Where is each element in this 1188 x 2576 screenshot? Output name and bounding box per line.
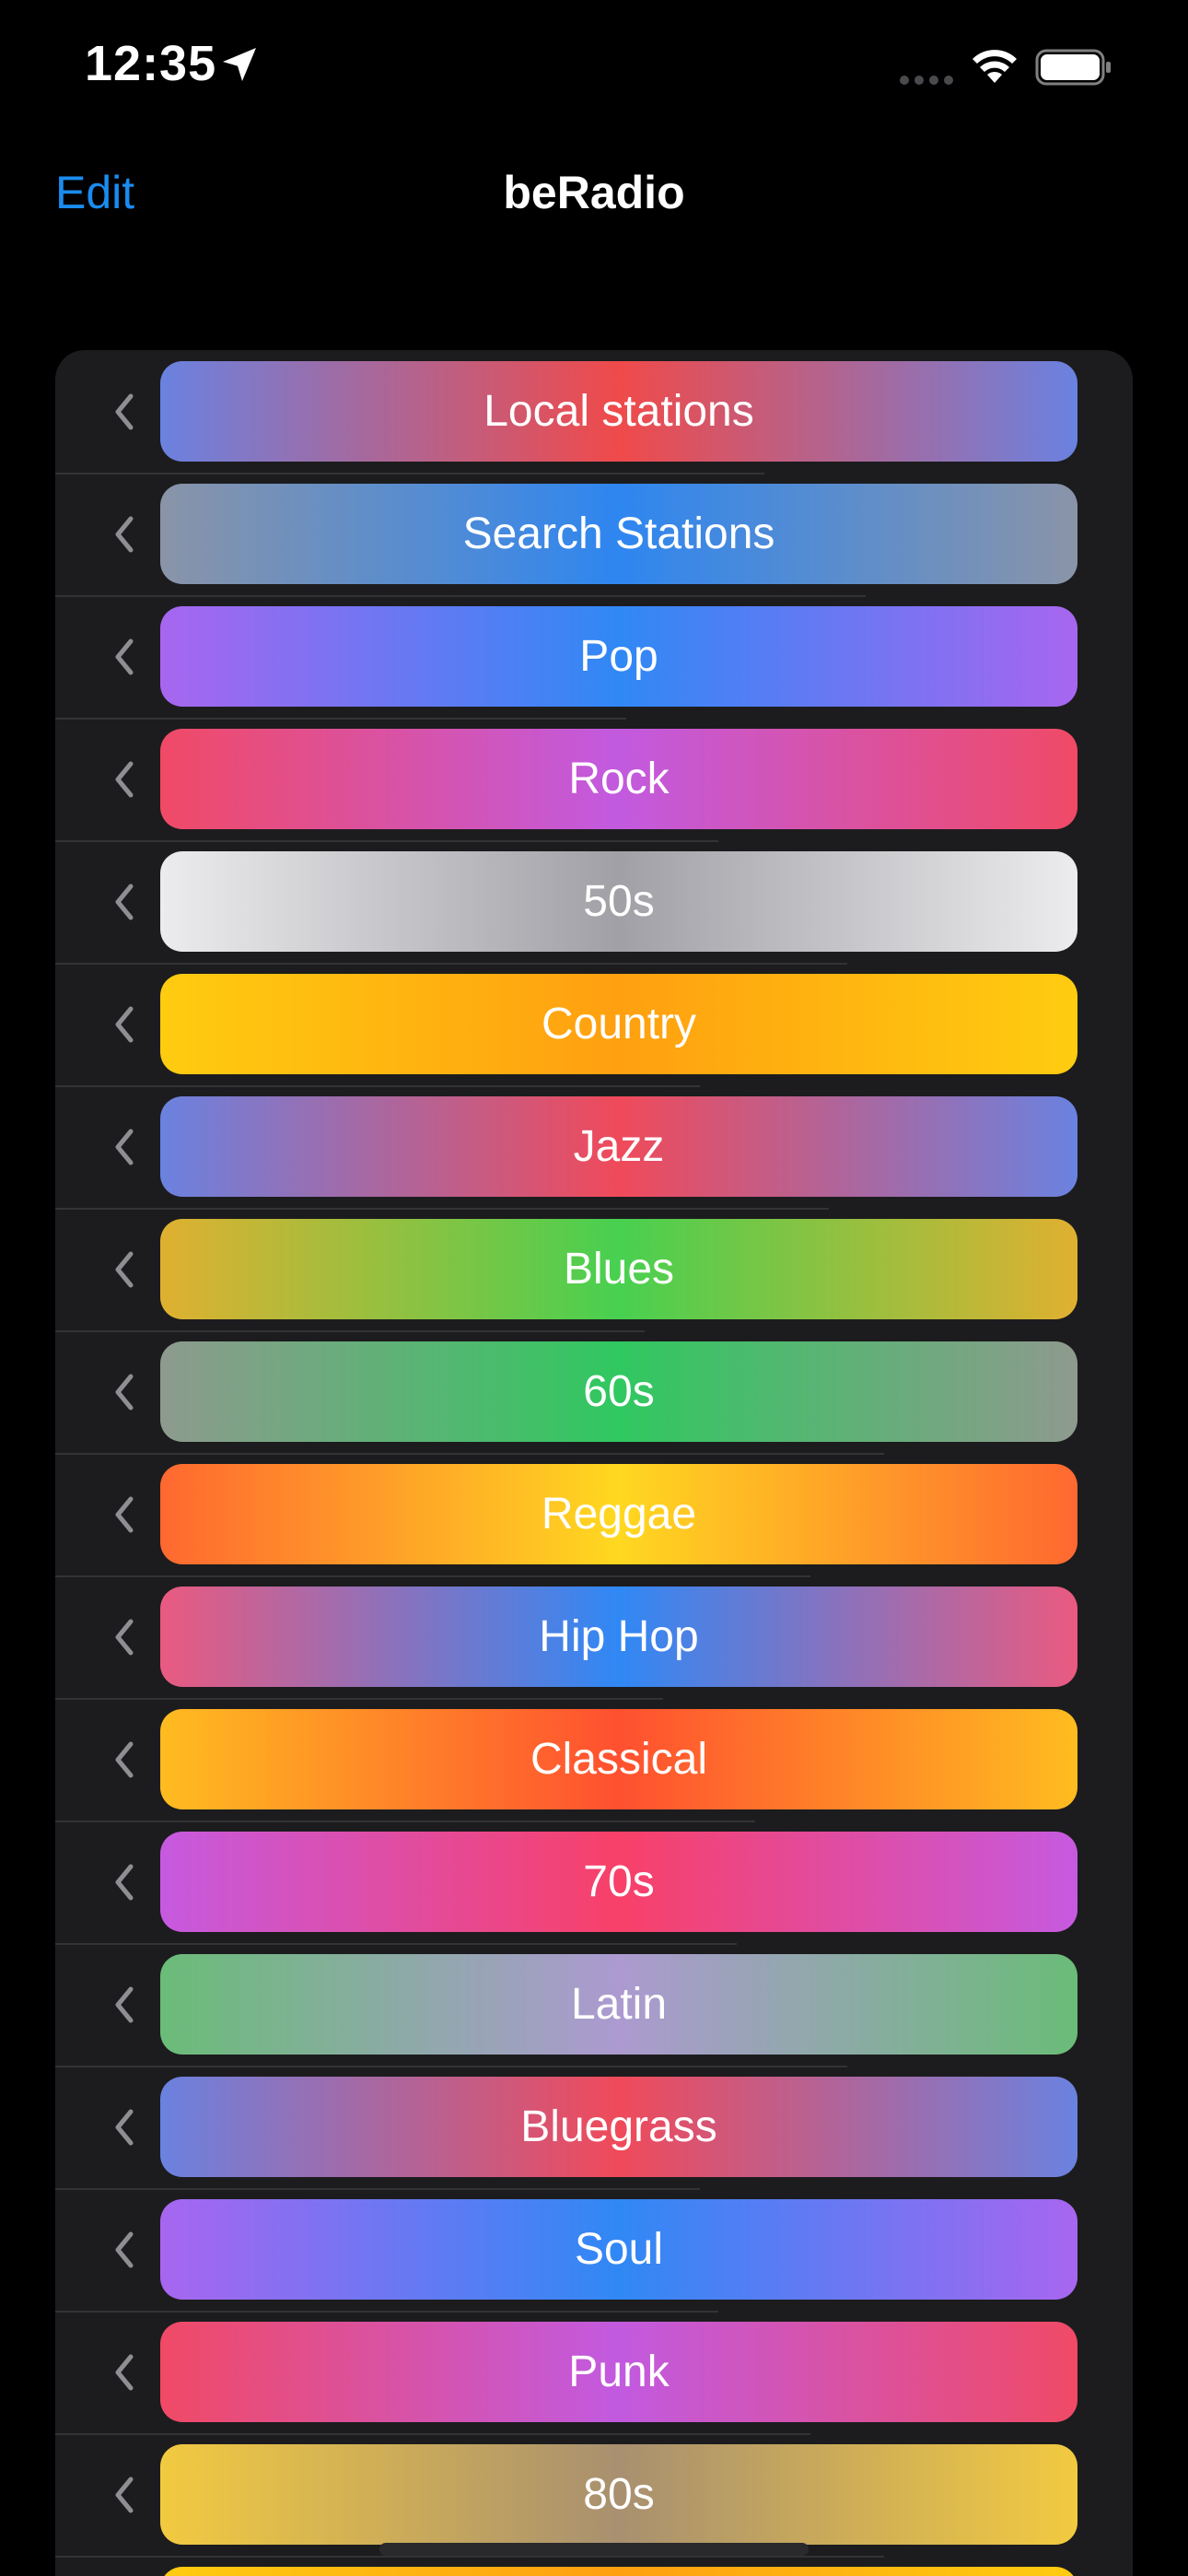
genre-pill-button[interactable]: Local stations [160,361,1077,462]
genre-pill-button[interactable]: Country [160,974,1077,1074]
genre-pill-button[interactable]: Reggae [160,1464,1077,1564]
row-separator [55,1208,829,1210]
nav-title: beRadio [503,167,685,218]
genre-pill-button[interactable] [160,2567,1077,2576]
row-separator [55,1943,737,1945]
chevron-left-icon[interactable] [109,879,138,925]
genre-row[interactable]: Hip Hop [55,1587,1133,1709]
genre-pill-button[interactable]: Soul [160,2199,1077,2300]
genre-row[interactable]: Blues [55,1219,1133,1341]
home-indicator [379,2543,809,2556]
row-separator [55,2311,718,2313]
genre-row[interactable]: 60s [55,1341,1133,1464]
chevron-left-icon[interactable] [109,2104,138,2150]
genre-pill-button[interactable]: Search Stations [160,484,1077,584]
genre-pill-button[interactable]: Bluegrass [160,2077,1077,2177]
genre-pill-button[interactable]: 80s [160,2444,1077,2545]
chevron-left-icon[interactable] [109,1247,138,1293]
chevron-left-icon[interactable] [109,1614,138,1660]
chevron-left-icon[interactable] [109,1859,138,1905]
cellular-signal-icon [900,76,953,85]
row-separator [55,1085,700,1087]
genre-row[interactable]: Jazz [55,1096,1133,1219]
genre-pill-button[interactable]: Latin [160,1954,1077,2055]
chevron-left-icon[interactable] [109,1001,138,1048]
genre-pill-button[interactable]: 60s [160,1341,1077,1442]
genre-row[interactable] [55,2567,1133,2576]
row-separator [55,1698,663,1700]
row-separator [55,2433,810,2435]
chevron-left-icon[interactable] [109,2472,138,2518]
genre-pill-button[interactable]: Jazz [160,1096,1077,1197]
row-separator [55,1575,810,1577]
genre-row[interactable]: Soul [55,2199,1133,2322]
chevron-left-icon[interactable] [109,1982,138,2028]
row-separator [55,2188,700,2190]
row-separator [55,473,764,474]
row-separator [55,1330,645,1332]
chevron-left-icon[interactable] [109,2349,138,2395]
row-separator [55,1821,755,1822]
genre-row[interactable]: Latin [55,1954,1133,2077]
genre-row[interactable]: Local stations [55,361,1133,484]
genre-row[interactable]: 50s [55,851,1133,974]
genre-row[interactable]: Classical [55,1709,1133,1832]
genre-pill-button[interactable]: Blues [160,1219,1077,1319]
row-separator [55,840,718,842]
chevron-left-icon[interactable] [109,389,138,435]
row-separator [55,718,626,720]
chevron-left-icon[interactable] [109,634,138,680]
genre-row[interactable]: Punk [55,2322,1133,2444]
chevron-left-icon[interactable] [109,1124,138,1170]
genre-pill-button[interactable]: Pop [160,606,1077,707]
genre-row[interactable]: Search Stations [55,484,1133,606]
chevron-left-icon[interactable] [109,756,138,802]
row-separator [55,595,866,597]
genre-row[interactable]: Bluegrass [55,2077,1133,2199]
chevron-left-icon[interactable] [109,2227,138,2273]
genre-pill-button[interactable]: 50s [160,851,1077,952]
location-arrow-icon [223,48,256,81]
genre-row[interactable]: 70s [55,1832,1133,1954]
genre-pill-button[interactable]: Hip Hop [160,1587,1077,1687]
genre-row[interactable]: Pop [55,606,1133,729]
status-bar: 12:35 [0,0,1188,138]
row-separator [55,2556,884,2558]
genre-row[interactable]: Reggae [55,1464,1133,1587]
wifi-icon [973,50,1017,83]
genre-pill-button[interactable]: 70s [160,1832,1077,1932]
genre-pill-button[interactable]: Rock [160,729,1077,829]
screen: 12:35 beRadio Edit Local stations Search … [0,0,1188,2576]
chevron-left-icon[interactable] [109,1492,138,1538]
genre-pill-button[interactable]: Classical [160,1709,1077,1809]
genre-row[interactable]: Rock [55,729,1133,851]
row-separator [55,963,847,965]
status-time: 12:35 [85,36,217,91]
chevron-left-icon[interactable] [109,1369,138,1415]
genre-row[interactable]: Country [55,974,1133,1096]
genre-pill-button[interactable]: Punk [160,2322,1077,2422]
battery-icon [1035,49,1111,86]
row-separator [55,1453,884,1455]
row-separator [55,2066,847,2067]
chevron-left-icon[interactable] [109,1737,138,1783]
edit-button[interactable]: Edit [55,166,134,219]
chevron-left-icon[interactable] [109,511,138,557]
genre-list: Local stations Search Stations Pop Rock 50s C… [55,350,1133,2576]
